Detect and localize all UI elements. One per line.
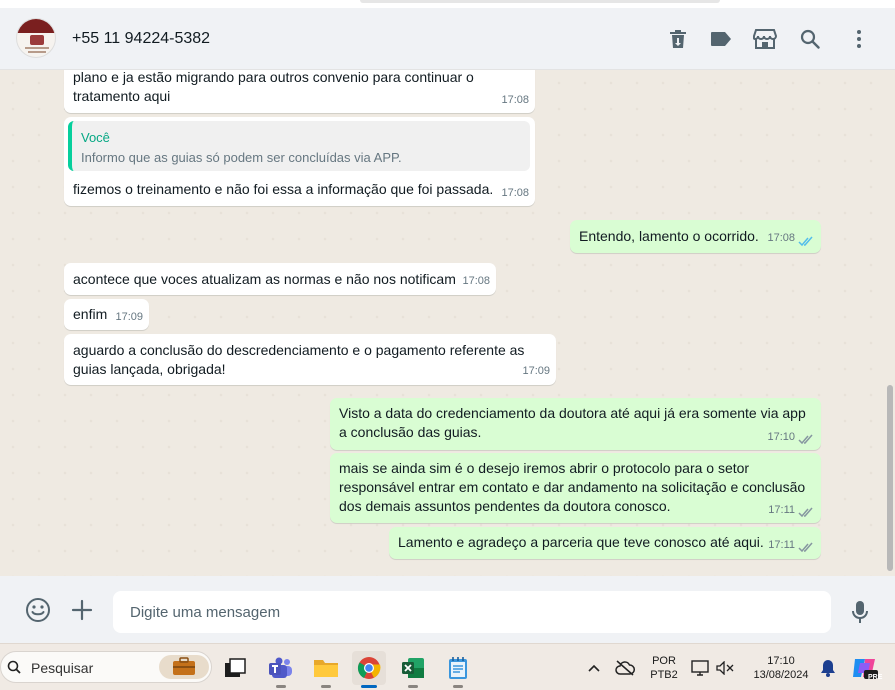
keyboard-layout: PTB2 (650, 669, 678, 681)
taskbar-search[interactable]: Pesquisar (0, 651, 212, 683)
taskbar-chrome[interactable] (352, 651, 386, 688)
microphone-icon[interactable] (845, 597, 875, 627)
message-incoming[interactable]: aguardo a conclusão do descredenciamento… (64, 334, 556, 385)
quoted-text: Informo que as guias só podem ser conclu… (81, 150, 402, 165)
message-input[interactable] (113, 591, 831, 633)
notification-bell-icon (821, 660, 835, 677)
message-text: Visto a data do credenciamento da doutor… (339, 405, 806, 440)
read-receipt-icon (798, 542, 813, 553)
chevron-up-icon (588, 664, 600, 672)
message-composer (0, 576, 895, 643)
attach-plus-icon[interactable] (67, 595, 97, 625)
windows-taskbar: Pesquisar POR PTB2 17:10 13/08/2024 PRE (0, 643, 895, 690)
input-language[interactable]: POR PTB2 (648, 654, 680, 682)
message-time: 17:09 (522, 365, 550, 377)
chrome-icon (357, 657, 381, 679)
teams-icon (269, 657, 292, 678)
search-highlight-icon (159, 655, 209, 679)
message-text: mais se ainda sim é o desejo iremos abri… (339, 460, 806, 514)
show-hidden-icons[interactable] (584, 651, 604, 685)
speaker-muted-icon (716, 661, 734, 675)
menu-kebab-icon[interactable] (846, 26, 872, 52)
avatar-logo-line (25, 47, 49, 49)
message-incoming[interactable]: acontece que voces atualizam as normas e… (64, 263, 496, 295)
message-time: 17:11 (768, 504, 795, 516)
app-active-indicator (361, 685, 377, 688)
chat-scrollbar[interactable] (887, 385, 893, 571)
message-incoming[interactable]: plano e ja estão migrando para outros co… (64, 70, 535, 113)
message-text: acontece que voces atualizam as normas e… (73, 271, 456, 287)
task-view-icon (225, 658, 246, 677)
network-status[interactable] (688, 651, 712, 685)
taskbar-excel[interactable] (396, 651, 430, 688)
message-outgoing[interactable]: Entendo, lamento o ocorrido. 17:08 (570, 220, 821, 253)
message-text: plano e ja estão migrando para outros co… (73, 70, 474, 104)
folder-icon (314, 660, 338, 677)
cloud-offline-icon (615, 660, 635, 676)
clock-date: 13/08/2024 (753, 669, 809, 681)
message-time: 17:11 (768, 539, 795, 551)
clock-time: 17:10 (767, 655, 795, 667)
label-icon[interactable] (708, 26, 734, 52)
taskbar-search-icon (7, 660, 21, 674)
avatar-logo-line (28, 51, 46, 53)
message-outgoing[interactable]: Visto a data do credenciamento da doutor… (330, 398, 821, 450)
catalog-store-icon[interactable] (752, 26, 778, 52)
taskbar-teams[interactable] (264, 651, 298, 688)
message-time: 17:08 (462, 275, 490, 287)
contact-avatar[interactable] (16, 18, 56, 58)
chat-header: +55 11 94224-5382 (0, 8, 895, 70)
language-code: POR (652, 655, 676, 667)
message-list[interactable]: plano e ja estão migrando para outros co… (0, 70, 895, 576)
message-incoming-reply[interactable]: Você Informo que as guias só podem ser c… (64, 117, 535, 206)
contact-name[interactable]: +55 11 94224-5382 (72, 30, 210, 48)
read-receipt-icon (798, 507, 813, 518)
message-incoming[interactable]: enfim 17:09 (64, 299, 149, 330)
notepad-icon (449, 657, 467, 679)
onedrive-status[interactable] (612, 651, 638, 685)
app-open-indicator (276, 685, 286, 688)
message-outgoing[interactable]: mais se ainda sim é o desejo iremos abri… (330, 453, 821, 523)
quoted-message[interactable]: Você Informo que as guias só podem ser c… (68, 121, 530, 171)
app-open-indicator (321, 685, 331, 688)
app-open-indicator (408, 685, 418, 688)
message-time: 17:10 (767, 431, 795, 443)
copilot-badge: PRE (868, 674, 883, 681)
message-text: fizemos o treinamento e não foi essa a i… (73, 181, 494, 197)
emoji-icon[interactable] (23, 595, 53, 625)
message-time: 17:09 (115, 311, 143, 323)
top-strip-bar (360, 0, 720, 3)
excel-icon (402, 658, 424, 678)
read-receipt-icon (798, 236, 813, 247)
network-monitor-icon (691, 660, 709, 676)
avatar-logo-band (17, 19, 55, 33)
message-outgoing[interactable]: Lamento e agradeço a parceria que teve c… (389, 527, 821, 559)
notifications[interactable] (816, 651, 840, 685)
taskbar-notepad[interactable] (441, 651, 475, 688)
read-receipt-icon (798, 434, 813, 445)
search-icon[interactable] (797, 26, 823, 52)
window-top-strip (0, 0, 895, 8)
message-text: aguardo a conclusão do descredenciamento… (73, 342, 525, 377)
message-text: Lamento e agradeço a parceria que teve c… (398, 534, 764, 550)
app-open-indicator (453, 685, 463, 688)
taskbar-file-explorer[interactable] (309, 651, 343, 688)
volume-status[interactable] (713, 651, 737, 685)
copilot[interactable]: PRE (848, 651, 882, 685)
message-time: 17:08 (767, 232, 795, 244)
quoted-author: Você (81, 130, 110, 145)
avatar-logo-mark (30, 35, 44, 45)
message-time: 17:08 (501, 187, 529, 199)
taskbar-search-label: Pesquisar (31, 660, 94, 676)
delete-icon[interactable] (665, 26, 691, 52)
message-time: 17:08 (501, 94, 529, 106)
system-clock[interactable]: 17:10 13/08/2024 (746, 654, 816, 682)
taskbar-task-view[interactable] (218, 651, 252, 685)
